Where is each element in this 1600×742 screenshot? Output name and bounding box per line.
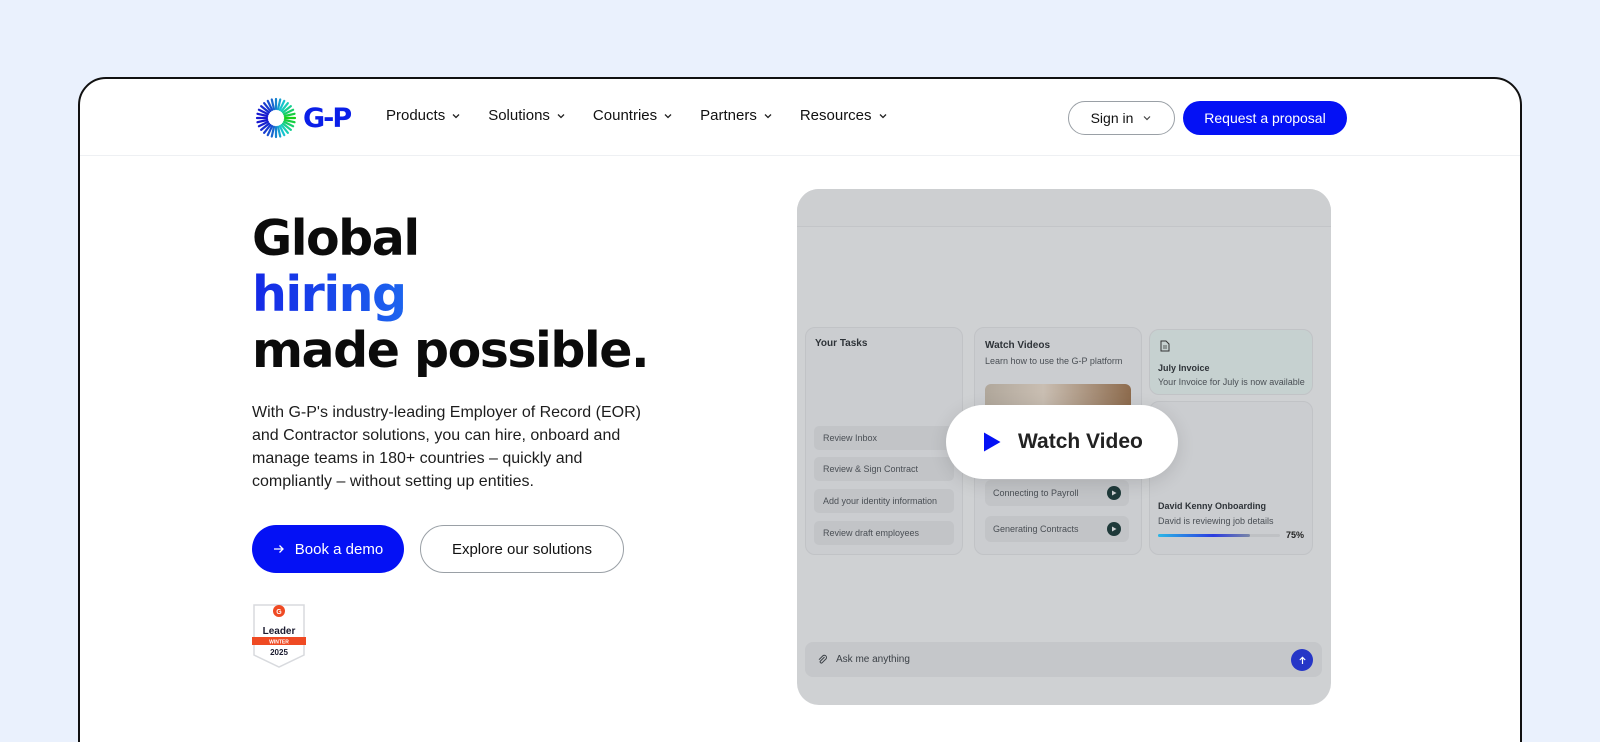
task-item: Review Inbox [814,426,954,450]
explore-solutions-button[interactable]: Explore our solutions [420,525,624,573]
headline-line-3: made possible. [252,322,650,379]
logo[interactable]: G-P [255,97,352,139]
site-header: G-P Products Solutions Countries Partner… [80,79,1520,156]
video-row: Generating Contracts [985,516,1129,542]
watch-video-label: Watch Video [1018,430,1143,453]
nav-products[interactable]: Products [386,107,461,124]
video-row-label: Generating Contracts [993,524,1079,534]
invoice-subtitle: Your Invoice for July is now available [1158,377,1305,387]
video-row-label: Connecting to Payroll [993,488,1079,498]
tasks-title: Your Tasks [815,338,868,349]
headline-line-2: hiring [252,267,648,323]
main-nav: Products Solutions Countries Partners Re… [386,107,915,124]
nav-label: Countries [592,107,658,124]
watch-videos-subtitle: Learn how to use the G-P platform [985,356,1123,366]
invoice-card: July Invoice Your Invoice for July is no… [1149,329,1313,395]
onboarding-subtitle: David is reviewing job details [1158,516,1274,526]
chevron-down-icon [1143,116,1151,121]
nav-label: Solutions [488,107,550,124]
panel-topbar [797,189,1331,227]
ask-input[interactable]: Ask me anything [805,642,1322,677]
chevron-down-icon [764,113,772,118]
onboarding-progress-fill [1158,534,1250,537]
send-button[interactable] [1291,649,1313,671]
task-item: Review draft employees [814,521,954,545]
badge-season: WINTER [269,640,289,646]
onboarding-progress-label: 75% [1286,530,1305,540]
arrow-up-icon [1298,655,1306,664]
play-icon [1107,522,1121,536]
video-row: Connecting to Payroll [985,480,1129,506]
svg-text:G: G [276,609,282,616]
g2-leader-badge: G Leader WINTER 2025 [252,604,306,668]
badge-title: Leader [263,626,296,637]
book-demo-label: Book a demo [294,540,384,558]
sign-in-label: Sign in [1090,110,1134,126]
tasks-card: Your Tasks Review Inbox Review & Sign Co… [805,327,963,555]
logo-text: G-P [303,102,352,134]
onboarding-title: David Kenny Onboarding [1158,501,1267,511]
watch-videos-title: Watch Videos [985,340,1051,351]
nav-resources[interactable]: Resources [800,107,888,124]
headline-line-1: Global [252,210,420,267]
browser-frame: G-P Products Solutions Countries Partner… [78,77,1522,742]
chevron-down-icon [452,113,460,118]
chevron-down-icon [879,113,886,118]
invoice-title: July Invoice [1158,363,1210,373]
hero-description: With G-P's industry-leading Employer of … [252,404,641,490]
play-icon [984,432,1001,452]
nav-solutions[interactable]: Solutions [488,107,566,124]
chevron-down-icon [557,113,565,118]
request-proposal-button[interactable]: Request a proposal [1183,101,1347,135]
nav-partners[interactable]: Partners [700,107,773,124]
arrow-right-icon [273,545,284,553]
badge-year: 2025 [270,648,288,657]
document-icon [1160,340,1170,352]
nav-label: Resources [799,107,872,124]
video-preview-panel[interactable]: Your Tasks Review Inbox Review & Sign Co… [797,189,1331,705]
paperclip-icon [818,654,827,664]
hero-headline: Global hiring made possible. [252,210,650,379]
ask-placeholder: Ask me anything [836,654,910,665]
chevron-down-icon [664,113,672,118]
nav-countries[interactable]: Countries [593,107,673,124]
onboarding-progress-bar [1158,534,1280,537]
task-item: Review & Sign Contract [814,457,954,481]
watch-video-button[interactable]: Watch Video [946,405,1178,479]
nav-label: Products [386,107,446,124]
sign-in-button[interactable]: Sign in [1068,101,1175,135]
book-demo-button[interactable]: Book a demo [252,525,404,573]
nav-label: Partners [700,107,757,124]
task-item: Add your identity information [814,489,954,513]
play-icon [1107,486,1121,500]
logo-burst-icon [255,97,297,139]
